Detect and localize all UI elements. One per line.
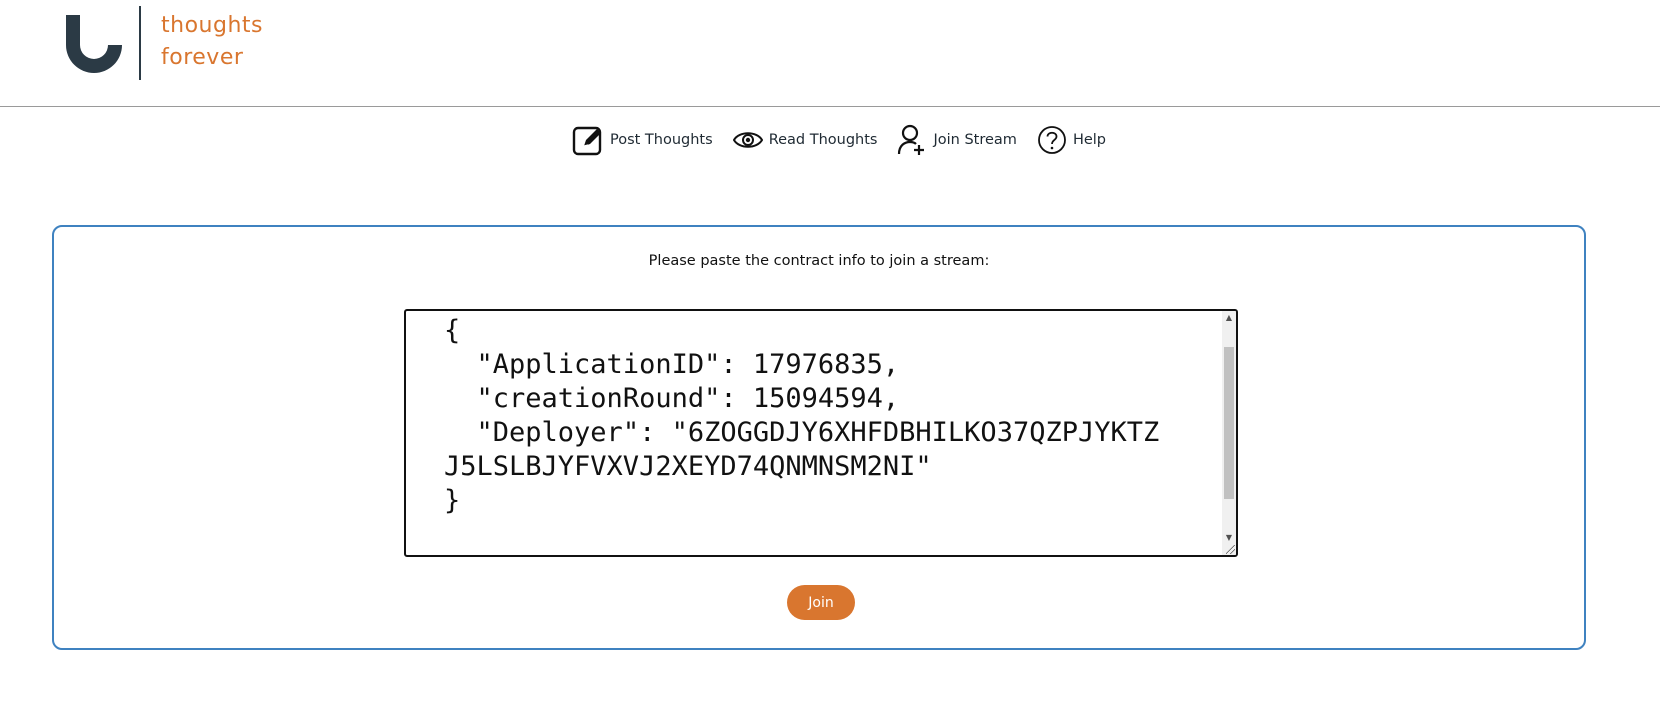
- nav-read-thoughts-label: Read Thoughts: [768, 132, 878, 148]
- textarea-scrollbar[interactable]: ▲ ▼: [1222, 311, 1236, 555]
- eye-icon: [732, 132, 763, 148]
- user-add-icon: [898, 124, 925, 155]
- site-header: thoughts forever: [0, 0, 1660, 107]
- join-prompt: Please paste the contract info to join a…: [648, 253, 990, 269]
- scroll-up-arrow-icon[interactable]: ▲: [1222, 311, 1236, 325]
- nav-post-thoughts[interactable]: Post Thoughts: [572, 124, 713, 156]
- nav-join-stream[interactable]: Join Stream: [897, 124, 1017, 156]
- help-icon: [1038, 126, 1066, 154]
- edit-icon: [572, 126, 602, 156]
- join-button[interactable]: Join: [787, 585, 855, 620]
- logo-line-1: thoughts: [161, 13, 263, 38]
- nav-help[interactable]: Help: [1037, 125, 1106, 155]
- nav-read-thoughts[interactable]: Read Thoughts: [732, 129, 878, 151]
- logo-icon: [66, 15, 122, 73]
- logo-line-2: forever: [161, 45, 244, 70]
- contract-info-textarea[interactable]: { "ApplicationID": 17976835, "creationRo…: [404, 309, 1238, 557]
- logo-divider: [139, 6, 141, 80]
- join-stream-panel: Please paste the contract info to join a…: [52, 225, 1586, 650]
- contract-info-text[interactable]: { "ApplicationID": 17976835, "creationRo…: [406, 311, 1236, 518]
- scroll-down-arrow-icon[interactable]: ▼: [1222, 531, 1236, 545]
- resize-grip-icon[interactable]: [1226, 545, 1235, 554]
- logo-wordmark: thoughts forever: [161, 10, 263, 74]
- nav-help-label: Help: [1072, 132, 1106, 148]
- nav-post-thoughts-label: Post Thoughts: [609, 132, 713, 148]
- scroll-thumb[interactable]: [1224, 347, 1234, 499]
- nav-join-stream-label: Join Stream: [933, 132, 1017, 148]
- main-nav: Post Thoughts Read Thoughts Join Stream …: [0, 124, 1660, 156]
